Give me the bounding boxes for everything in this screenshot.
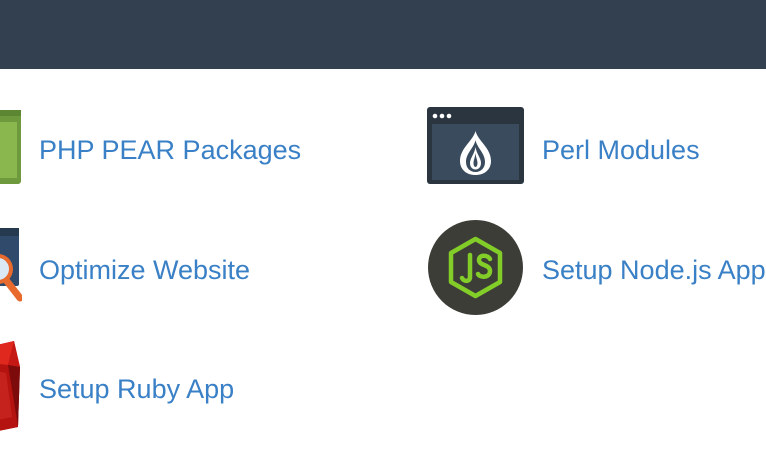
tool-label: PHP PEAR Packages <box>39 135 302 165</box>
tool-label: Perl Modules <box>542 135 700 165</box>
php-pear-icon <box>0 108 22 186</box>
tool-optimize-website[interactable]: Optimize Website <box>0 224 300 306</box>
tool-setup-ruby-app[interactable]: Setup Ruby App <box>0 337 300 435</box>
tool-label: Setup Ruby App <box>39 374 235 404</box>
tool-perl-modules[interactable]: Perl Modules <box>427 107 727 185</box>
ruby-gem-icon <box>0 337 22 435</box>
perl-onion-icon <box>427 107 524 184</box>
tool-php-pear-packages[interactable]: PHP PEAR Packages <box>0 108 320 186</box>
tool-label: Optimize Website <box>39 255 251 285</box>
header-bar <box>0 0 766 69</box>
tool-setup-nodejs-app[interactable]: Setup Node.js App <box>427 219 766 317</box>
nodejs-icon <box>427 219 525 317</box>
tool-label: Setup Node.js App <box>542 255 766 285</box>
optimize-magnifier-icon <box>0 224 22 306</box>
